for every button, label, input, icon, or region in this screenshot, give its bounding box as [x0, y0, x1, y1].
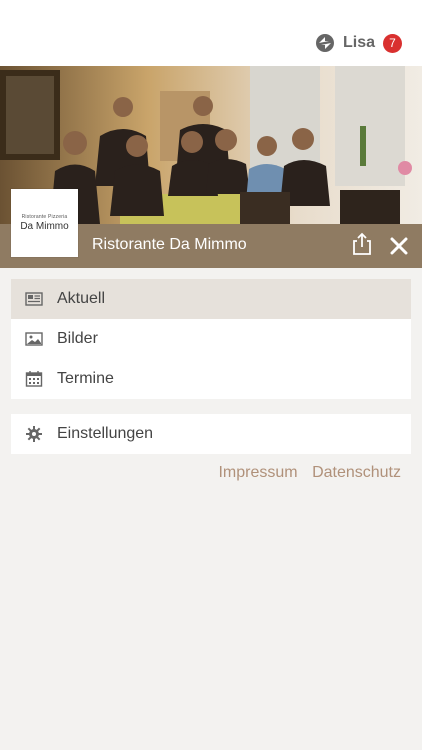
menu-item-label: Bilder [57, 330, 98, 347]
datenschutz-link[interactable]: Datenschutz [312, 464, 401, 481]
logo-subtitle: Ristorante Pizzeria [21, 214, 68, 220]
menu-item-bilder[interactable]: Bilder [11, 319, 411, 359]
menu-item-aktuell[interactable]: Aktuell [11, 279, 411, 319]
logo-name: Da Mimmo [20, 221, 69, 232]
share-icon[interactable] [351, 232, 373, 256]
primary-menu: Aktuell Bilder Termine [11, 279, 411, 399]
menu-item-label: Aktuell [57, 290, 106, 307]
gear-icon [26, 426, 42, 442]
impressum-link[interactable]: Impressum [218, 464, 297, 481]
newspaper-icon [25, 292, 43, 306]
calendar-icon [25, 371, 43, 387]
secondary-menu: Einstellungen [11, 414, 411, 454]
restaurant-name: Ristorante Da Mimmo [92, 236, 247, 253]
top-bar: Lisa 7 [0, 0, 422, 66]
user-name: Lisa [342, 34, 375, 51]
user-account[interactable]: Lisa 7 [315, 33, 402, 53]
user-sync-icon [315, 34, 334, 52]
menu-item-label: Einstellungen [57, 425, 154, 442]
footer-links: Impressum Datenschutz [208, 464, 401, 482]
close-icon[interactable] [389, 236, 409, 256]
restaurant-logo: Ristorante Pizzeria Da Mimmo [11, 189, 78, 257]
menu-item-label: Termine [57, 370, 114, 387]
image-icon [25, 332, 43, 346]
menu-item-termine[interactable]: Termine [11, 359, 411, 399]
notification-badge: 7 [383, 33, 402, 53]
menu-item-einstellungen[interactable]: Einstellungen [11, 414, 411, 454]
